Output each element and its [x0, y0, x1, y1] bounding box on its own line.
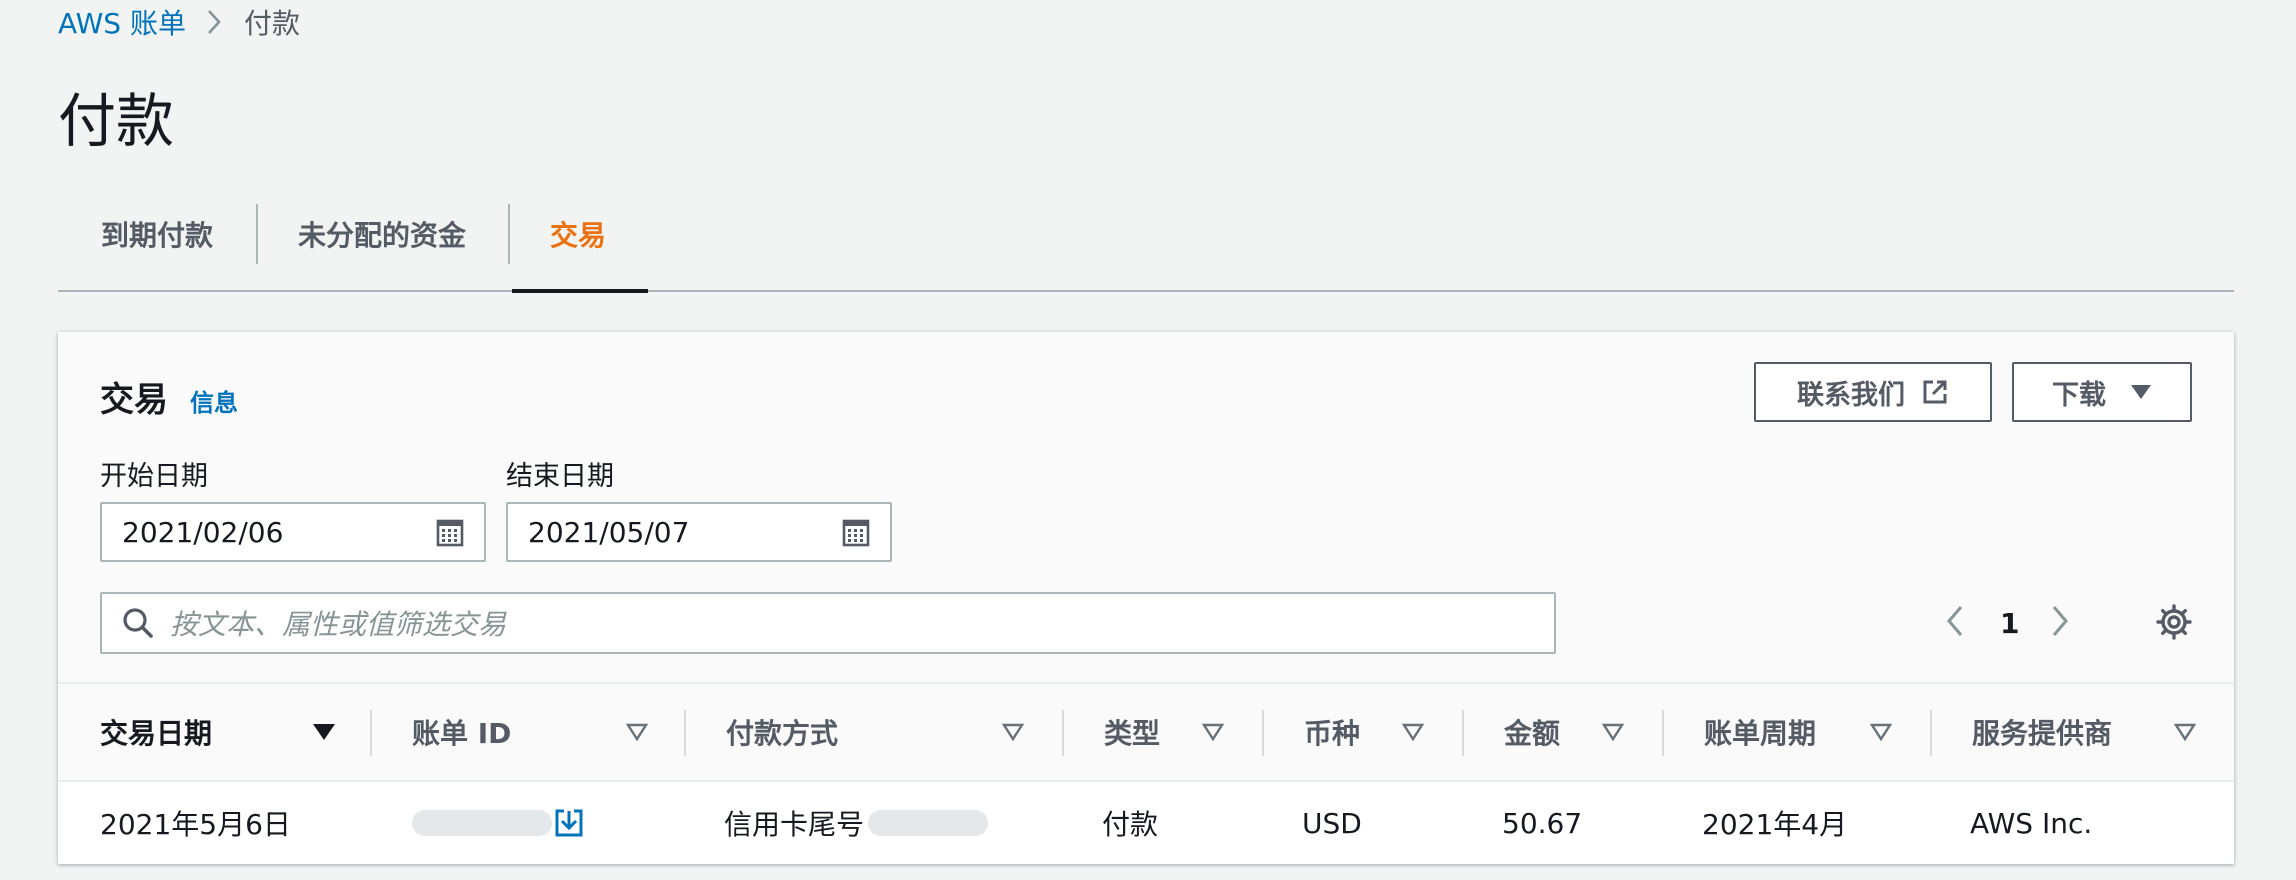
search-icon	[122, 607, 154, 639]
panel-title: 交易	[100, 380, 168, 420]
column-divider	[684, 710, 686, 756]
info-link[interactable]: 信息	[190, 383, 238, 418]
pagination: 1	[1944, 600, 2071, 646]
breadcrumb-aws-billing-link[interactable]: AWS 账单	[58, 2, 186, 42]
column-header-date[interactable]: 交易日期	[100, 684, 212, 780]
table-header: 交易日期 账单 ID 付款方式 类型 币种 金额 账单周期 服务提供商	[58, 682, 2234, 782]
contact-us-label: 联系我们	[1797, 379, 1905, 411]
search-placeholder: 按文本、属性或值筛选交易	[170, 608, 507, 641]
breadcrumb: AWS 账单 付款	[58, 2, 300, 42]
sort-icon[interactable]	[1601, 722, 1625, 746]
cell-bill-id[interactable]	[412, 782, 584, 864]
table-row: 2021年5月6日 信用卡尾号 付款 USD 50.67 2021年4月 AWS…	[58, 782, 2234, 864]
tab-transactions[interactable]: 交易	[508, 198, 648, 293]
tab-due-payments[interactable]: 到期付款	[58, 198, 256, 290]
column-header-amount[interactable]: 金额	[1504, 684, 1560, 780]
payment-method-text: 信用卡尾号	[724, 808, 865, 841]
calendar-icon[interactable]	[436, 519, 464, 554]
download-invoice-icon[interactable]	[554, 808, 584, 838]
cell-currency: USD	[1302, 806, 1362, 840]
sort-icon[interactable]	[1401, 722, 1425, 746]
cell-type: 付款	[1102, 808, 1159, 841]
contact-us-button[interactable]: 联系我们	[1754, 362, 1992, 422]
column-header-bill-id[interactable]: 账单 ID	[412, 684, 511, 780]
cell-billing-period: 2021年4月	[1702, 808, 1848, 841]
column-divider	[370, 710, 372, 756]
download-button[interactable]: 下载	[2012, 362, 2192, 422]
end-date-label: 结束日期	[506, 461, 614, 492]
start-date-input[interactable]: 2021/02/06	[100, 502, 486, 562]
start-date-value: 2021/02/06	[122, 515, 284, 549]
next-page-icon[interactable]	[2049, 604, 2071, 642]
tab-bar: 到期付款 未分配的资金 交易	[58, 198, 2234, 293]
sort-icon[interactable]	[1869, 722, 1893, 746]
caret-down-icon	[2130, 384, 2152, 400]
column-divider	[1662, 710, 1664, 756]
tab-label: 未分配的资金	[297, 219, 466, 252]
column-header-billing-period[interactable]: 账单周期	[1704, 684, 1816, 780]
tab-label: 到期付款	[100, 219, 213, 252]
sort-icon[interactable]	[1201, 722, 1225, 746]
column-header-payment-method[interactable]: 付款方式	[726, 684, 838, 780]
download-label: 下载	[2052, 379, 2106, 411]
external-link-icon	[1921, 378, 1949, 406]
cell-payment-method: 信用卡尾号	[724, 782, 989, 864]
cell-amount: 50.67	[1502, 806, 1583, 840]
redacted-card-number	[868, 810, 989, 836]
panel-header: 交易 信息	[100, 372, 238, 421]
column-divider	[1930, 710, 1932, 756]
start-date-label: 开始日期	[100, 461, 208, 492]
calendar-icon[interactable]	[842, 519, 870, 554]
previous-page-icon[interactable]	[1944, 604, 1966, 642]
redacted-bill-id	[412, 810, 552, 836]
end-date-input[interactable]: 2021/05/07	[506, 502, 892, 562]
sort-icon[interactable]	[625, 722, 649, 746]
tab-label: 交易	[549, 219, 606, 252]
sort-icon[interactable]	[1001, 722, 1025, 746]
breadcrumb-current: 付款	[243, 7, 300, 40]
settings-gear-icon[interactable]	[2154, 602, 2194, 646]
sort-icon[interactable]	[2173, 722, 2197, 746]
column-divider	[1462, 710, 1464, 756]
tab-unapplied-funds[interactable]: 未分配的资金	[256, 198, 508, 290]
column-header-provider[interactable]: 服务提供商	[1972, 684, 2112, 780]
column-divider	[1062, 710, 1064, 756]
column-header-currency[interactable]: 币种	[1304, 684, 1360, 780]
chevron-right-icon	[206, 9, 222, 35]
end-date-value: 2021/05/07	[528, 515, 690, 549]
filter-search-input[interactable]: 按文本、属性或值筛选交易	[100, 592, 1556, 654]
transactions-panel: 交易 信息 联系我们 下载 开始日期 2021/02/06 结束日期 2021/…	[58, 332, 2234, 864]
cell-provider: AWS Inc.	[1970, 806, 2093, 840]
column-divider	[1262, 710, 1264, 756]
cell-date: 2021年5月6日	[100, 808, 291, 841]
page-title: 付款	[58, 87, 175, 155]
column-header-type[interactable]: 类型	[1104, 684, 1160, 780]
sort-descending-icon[interactable]	[312, 722, 336, 746]
page-number[interactable]: 1	[2000, 607, 2019, 640]
